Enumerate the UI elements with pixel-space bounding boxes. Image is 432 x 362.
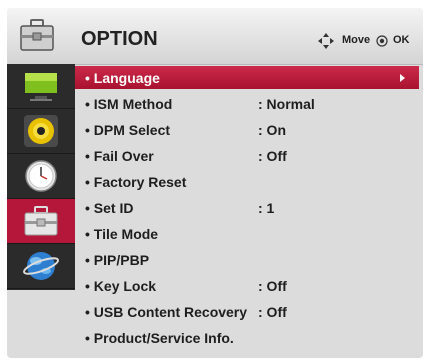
menu-item-usb-content-recovery[interactable]: • USB Content Recovery : Off: [75, 300, 419, 323]
menu-item-value: : Normal: [258, 96, 315, 112]
submenu-arrow-icon: [400, 74, 405, 82]
menu-item-label: • Language: [85, 70, 160, 86]
sidebar-item-time[interactable]: [7, 154, 75, 199]
menu-item-label: • PIP/PBP: [85, 252, 150, 268]
menu-item-factory-reset[interactable]: • Factory Reset: [75, 170, 419, 193]
menu-item-label: • Factory Reset: [85, 174, 187, 190]
page-title: OPTION: [81, 28, 158, 50]
menu-item-value: : Off: [258, 148, 287, 164]
clock-icon: [25, 160, 57, 192]
menu-item-value: : 1: [258, 200, 275, 216]
category-sidebar: [7, 64, 75, 290]
menu-item-label: • ISM Method: [85, 96, 173, 112]
toolbox-icon: [20, 19, 54, 51]
network-globe-icon: [22, 252, 60, 280]
menu-item-tile-mode[interactable]: • Tile Mode: [75, 222, 419, 245]
menu-item-label: • Tile Mode: [85, 226, 159, 242]
menu-item-label: • Key Lock: [85, 278, 157, 294]
menu-header: OPTION Move OK: [7, 8, 423, 65]
ok-hint-label: OK: [393, 34, 410, 46]
sidebar-item-audio[interactable]: [7, 109, 75, 154]
menu-item-language[interactable]: • Language: [75, 66, 419, 89]
option-toolbox-icon: [24, 206, 58, 236]
menu-item-product-service-info[interactable]: • Product/Service Info.: [75, 326, 419, 349]
menu-item-value: : Off: [258, 278, 287, 294]
move-hint-label: Move: [342, 34, 371, 46]
menu-item-set-id[interactable]: • Set ID : 1: [75, 196, 419, 219]
ok-circle-icon: [376, 35, 388, 47]
menu-item-label: • USB Content Recovery: [85, 304, 248, 320]
menu-item-label: • Set ID: [85, 200, 134, 216]
menu-item-key-lock[interactable]: • Key Lock : Off: [75, 274, 419, 297]
menu-item-value: : On: [258, 122, 286, 138]
menu-item-fail-over[interactable]: • Fail Over : Off: [75, 144, 419, 167]
menu-item-value: : Off: [258, 304, 287, 320]
sidebar-item-picture[interactable]: [7, 64, 75, 109]
menu-item-dpm-select[interactable]: • DPM Select : On: [75, 118, 419, 141]
move-arrows-icon: [318, 33, 334, 49]
menu-item-label: • Product/Service Info.: [85, 330, 234, 346]
picture-monitor-icon: [23, 71, 59, 101]
menu-item-ism-method[interactable]: • ISM Method : Normal: [75, 92, 419, 115]
menu-item-label: • Fail Over: [85, 148, 154, 164]
audio-speaker-icon: [24, 115, 58, 147]
sidebar-item-option[interactable]: [7, 199, 75, 244]
menu-item-label: • DPM Select: [85, 122, 171, 138]
menu-item-pip-pbp[interactable]: • PIP/PBP: [75, 248, 419, 271]
sidebar-item-network[interactable]: [7, 244, 75, 289]
